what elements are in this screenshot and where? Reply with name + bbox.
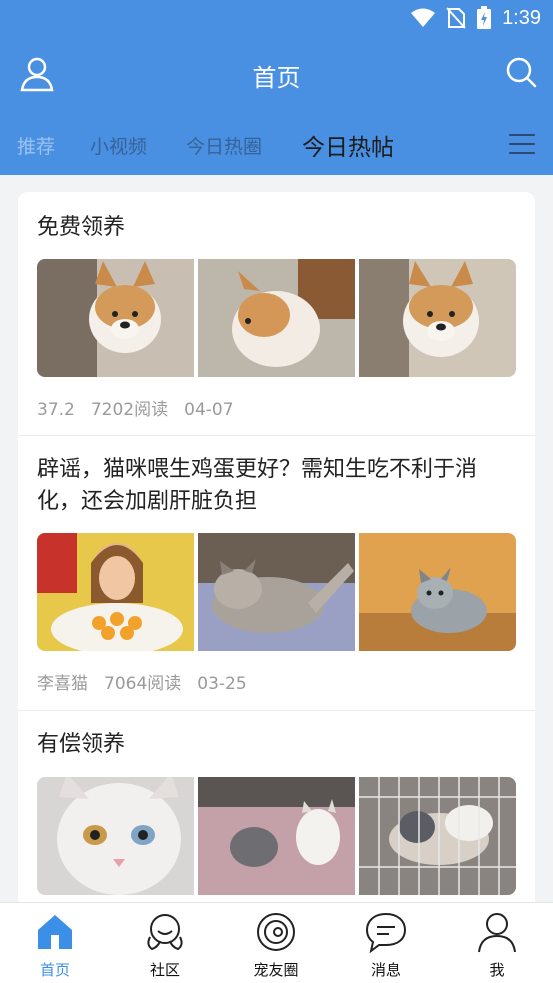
post-date: 04-07 — [184, 400, 234, 420]
post-title: 有偿领养 — [37, 732, 126, 757]
post-images — [37, 259, 516, 377]
status-icons: 1:39 — [410, 6, 541, 30]
app-header: 首页 推荐 小视频 今日热圈 今日热帖 — [0, 38, 553, 175]
post-meta: 37.2 7202阅读 04-07 — [37, 395, 250, 420]
nav-label: 首页 — [39, 961, 70, 979]
corgi-puppy-photo[interactable] — [37, 259, 194, 377]
home-icon — [38, 915, 72, 949]
tab-hot-posts[interactable]: 今日热帖 — [302, 128, 394, 162]
post-card[interactable]: 免费领养 37.2 7202阅读 04-07 — [18, 192, 535, 435]
cats-in-cage-photo[interactable] — [359, 777, 516, 895]
pet-circle-icon — [257, 913, 295, 951]
tab-recommend[interactable]: 推荐 — [17, 132, 55, 159]
nav-messages[interactable]: 消息 — [346, 911, 426, 980]
two-kittens-on-blanket-photo[interactable] — [198, 777, 355, 895]
post-author: 37.2 — [37, 400, 75, 420]
post-card[interactable]: 辟谣，猫咪喂生鸡蛋更好？需知生吃不利于消化，还会加剧肝脏负担 李喜猫 7064阅读… — [18, 436, 535, 710]
nav-label: 宠友圈 — [253, 961, 299, 979]
post-images — [37, 777, 516, 895]
corgi-puppy-photo[interactable] — [359, 259, 516, 377]
post-feed: 免费领养 37.2 7202阅读 04-07 辟谣，猫咪喂生鸡蛋更好？需知生吃不利于… — [18, 192, 535, 902]
post-title: 免费领养 — [37, 215, 126, 240]
wifi-icon — [411, 8, 436, 27]
nav-label: 社区 — [149, 961, 180, 979]
nav-label: 消息 — [370, 961, 401, 979]
read-count: 7064阅读 — [104, 674, 182, 694]
white-kitten-photo[interactable] — [37, 777, 194, 895]
nav-pet-circle[interactable]: 宠友圈 — [236, 911, 316, 980]
nav-community[interactable]: 社区 — [125, 911, 205, 980]
post-images — [37, 533, 516, 651]
tab-short-video[interactable]: 小视频 — [90, 132, 147, 159]
nav-home[interactable]: 首页 — [15, 911, 95, 980]
page-title: 首页 — [252, 64, 301, 92]
tab-hot-circle[interactable]: 今日热圈 — [186, 132, 262, 159]
nav-profile[interactable]: 我 — [457, 911, 537, 980]
message-icon — [365, 912, 407, 954]
bottom-nav: 首页 社区 宠友圈 消息 我 — [0, 902, 553, 983]
no-sim-icon — [446, 7, 466, 29]
post-date: 03-25 — [197, 674, 247, 694]
search-icon — [506, 57, 537, 88]
post-author: 李喜猫 — [37, 674, 88, 694]
community-icon — [147, 914, 183, 951]
corgi-puppy-photo[interactable] — [198, 259, 355, 377]
profile-icon — [478, 913, 516, 953]
battery-charging-icon — [477, 6, 492, 29]
search-button[interactable] — [505, 56, 537, 88]
woman-with-egg-bowl-photo[interactable] — [37, 533, 194, 651]
post-card[interactable]: 有偿领养 — [18, 711, 535, 902]
hamburger-menu-icon[interactable] — [509, 134, 535, 156]
tab-bar: 推荐 小视频 今日热圈 今日热帖 — [0, 126, 553, 166]
grey-cat-photo[interactable] — [359, 533, 516, 651]
post-title: 辟谣，猫咪喂生鸡蛋更好？需知生吃不利于消化，还会加剧肝脏负担 — [37, 457, 478, 514]
status-time: 1:39 — [502, 6, 541, 29]
read-count: 7202阅读 — [90, 400, 169, 420]
status-bar: 1:39 — [0, 0, 553, 38]
nav-label: 我 — [489, 961, 505, 979]
tabby-cat-photo[interactable] — [198, 533, 355, 651]
post-meta: 李喜猫 7064阅读 03-25 — [37, 669, 263, 694]
